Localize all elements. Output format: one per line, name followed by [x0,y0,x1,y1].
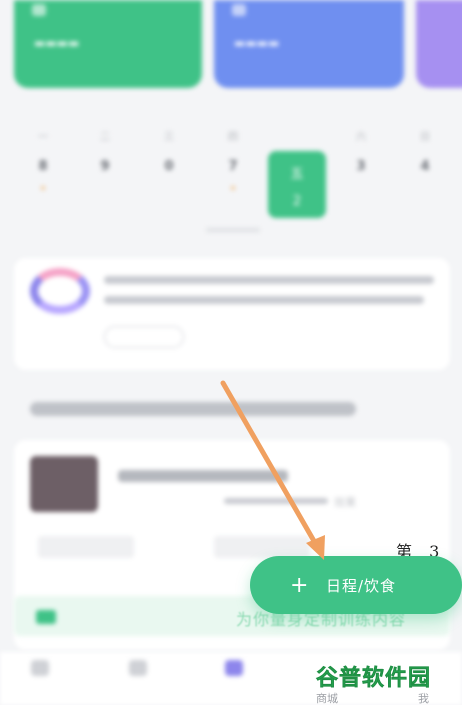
day-item[interactable]: 三 0 [154,128,184,174]
assistant-logo-icon [30,268,90,314]
day-date: 9 [100,159,110,174]
assistant-card[interactable] [14,258,450,370]
day-weekday: 五 [290,167,304,182]
watermark: 谷普软件园 [316,658,432,694]
day-date: 7 [228,159,238,174]
feature-card-2[interactable]: ▬▬▬▬ [214,0,404,88]
banner-icon [36,610,56,624]
day-weekday: 四 [228,132,238,143]
course-title [118,470,288,482]
day-date: 8 [38,159,48,174]
assistant-action-button[interactable] [104,326,184,348]
day-weekday: 一 [38,132,48,143]
plus-icon: + [290,572,309,598]
course-effect-text: 效果 [334,496,356,509]
card-icon [32,4,46,16]
day-dot [231,186,235,190]
day-date: 0 [164,159,174,174]
day-weekday: 六 [356,132,366,143]
course-subtitle [224,498,328,504]
week-pager-indicator [206,228,260,232]
course-thumbnail [30,456,98,512]
tab-center[interactable] [214,660,254,676]
day-item[interactable]: 二 9 [90,128,120,174]
course-tag [38,536,134,558]
center-icon [225,660,243,676]
day-item-selected[interactable]: 五 2 [268,151,326,218]
day-item[interactable]: 日 4 [410,128,440,174]
card-icon [232,4,246,16]
day-dot [41,186,45,190]
card-label: ▬▬▬▬ [234,36,280,50]
home-icon [31,660,49,676]
feature-card-1[interactable]: ▬▬▬▬ [14,0,202,88]
tab-home[interactable] [20,660,60,676]
day-weekday: 二 [100,132,110,143]
day-date: 3 [356,159,366,174]
assistant-message-line [104,276,434,284]
day-date: 4 [420,159,430,174]
watermark-text: 谷普软件园 [316,666,432,692]
fab-label: 日程/饮食 [326,576,397,595]
plan-icon [129,660,147,676]
day-item[interactable]: 六 3 [346,128,376,174]
card-label: ▬▬▬▬ [34,36,80,50]
feature-card-3[interactable] [416,0,462,88]
day-weekday: 三 [164,132,174,143]
tab-plan[interactable] [118,660,158,676]
section-title [30,402,356,416]
day-date: 2 [292,194,302,209]
assistant-message-line [104,296,424,304]
add-schedule-diet-button[interactable]: + 日程/饮食 [250,556,462,614]
day-weekday: 日 [420,132,430,143]
course-tag [214,536,310,558]
day-item[interactable]: 一 8 [28,128,58,190]
day-item[interactable]: 四 7 [218,128,248,190]
